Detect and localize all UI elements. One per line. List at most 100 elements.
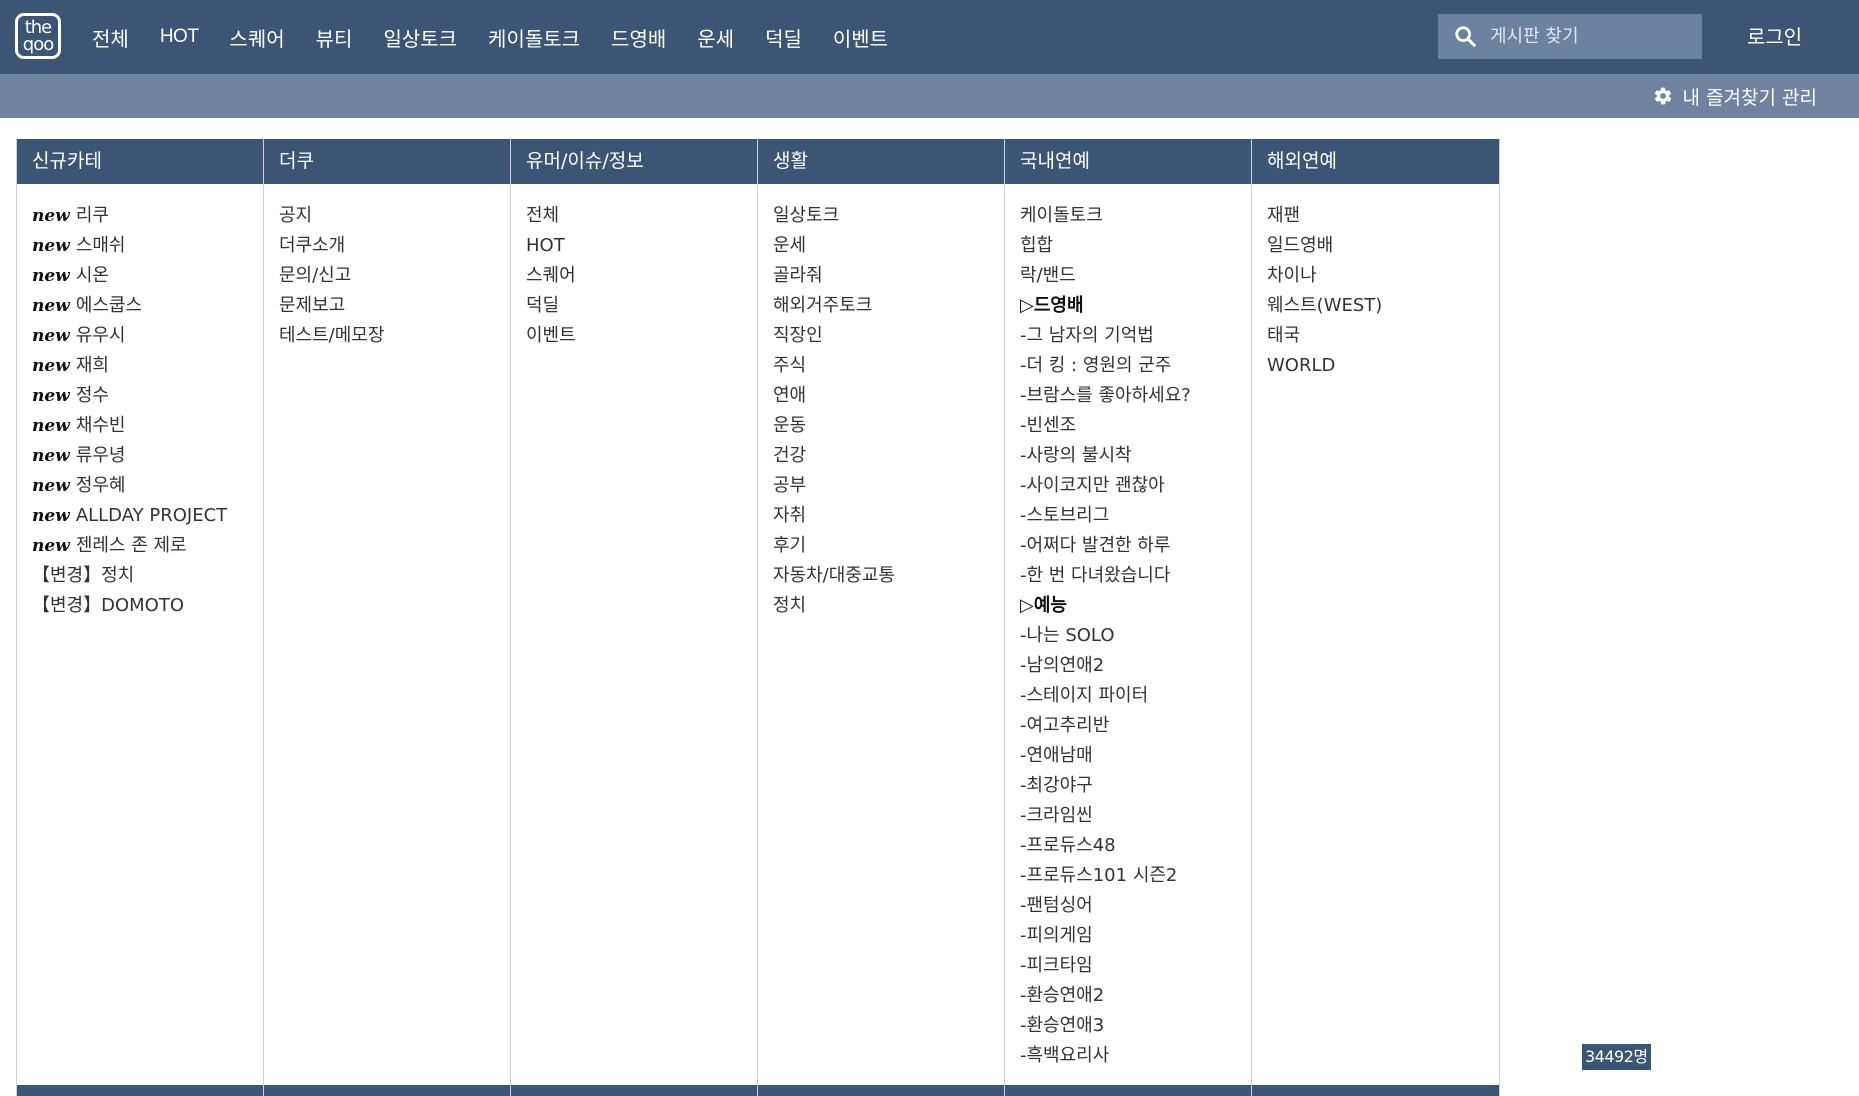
list-item[interactable]: -크라임씬 <box>1020 801 1251 831</box>
list-item[interactable]: new 정우혜 <box>32 471 263 501</box>
list-item[interactable]: new 젠레스 존 제로 <box>32 531 263 561</box>
list-item[interactable]: 공지 <box>279 201 510 231</box>
list-item[interactable]: -스테이지 파이터 <box>1020 681 1251 711</box>
list-item[interactable]: 자취 <box>773 501 1004 531</box>
list-item[interactable]: 연애 <box>773 381 1004 411</box>
nav-item-beauty[interactable]: 뷰티 <box>316 23 353 52</box>
list-item[interactable]: -흑백요리사 <box>1020 1041 1251 1071</box>
list-item[interactable]: 이벤트 <box>526 321 757 351</box>
section-header-drama-movie[interactable]: ▷드영배 <box>1020 291 1251 321</box>
list-item[interactable]: 해외거주토크 <box>773 291 1004 321</box>
favorites-manage-button[interactable]: 내 즐겨찾기 관리 <box>1653 74 1817 118</box>
list-item[interactable]: -한 번 다녀왔습니다 <box>1020 561 1251 591</box>
nav-item-hot[interactable]: HOT <box>160 26 199 48</box>
nav-item-square[interactable]: 스퀘어 <box>229 23 284 52</box>
list-item[interactable]: 전체 <box>526 201 757 231</box>
list-item[interactable]: -피의게임 <box>1020 921 1251 951</box>
list-item[interactable]: 정치 <box>773 591 1004 621</box>
list-item[interactable]: -환승연애3 <box>1020 1011 1251 1041</box>
list-item[interactable]: -환승연애2 <box>1020 981 1251 1011</box>
category-column-title: 더쿠 <box>264 139 510 184</box>
list-item[interactable]: 더쿠소개 <box>279 231 510 261</box>
list-item[interactable]: -연애남매 <box>1020 741 1251 771</box>
list-item[interactable]: 테스트/메모장 <box>279 321 510 351</box>
list-item[interactable]: 【변경】DOMOTO <box>32 591 263 621</box>
list-item[interactable]: 케이돌토크 <box>1020 201 1251 231</box>
list-item[interactable]: new 에스쿱스 <box>32 291 263 321</box>
list-item[interactable]: -피크타임 <box>1020 951 1251 981</box>
list-item[interactable]: -프로듀스101 시즌2 <box>1020 861 1251 891</box>
list-item[interactable]: 일드영배 <box>1267 231 1499 261</box>
list-item[interactable]: new 시온 <box>32 261 263 291</box>
column-footer-bar <box>17 1085 263 1096</box>
list-item[interactable]: -남의연애2 <box>1020 651 1251 681</box>
list-item[interactable]: -사이코지만 괜찮아 <box>1020 471 1251 501</box>
login-button[interactable]: 로그인 <box>1747 0 1802 74</box>
list-item[interactable]: 운동 <box>773 411 1004 441</box>
category-column-new: 신규카테 new 리쿠 new 스매쉬 new 시온 new 에스쿱스 new 유우시 n… <box>17 139 264 1096</box>
nav-item-drama-movie[interactable]: 드영배 <box>611 23 666 52</box>
column-footer-bar <box>1252 1085 1499 1096</box>
section-header-variety[interactable]: ▷예능 <box>1020 591 1251 621</box>
list-item[interactable]: -여고추리반 <box>1020 711 1251 741</box>
theqoo-logo[interactable]: the qoo <box>15 13 61 59</box>
list-item[interactable]: -그 남자의 기억법 <box>1020 321 1251 351</box>
list-item[interactable]: 덕딜 <box>526 291 757 321</box>
nav-item-daily-talk[interactable]: 일상토크 <box>383 23 457 52</box>
list-item[interactable]: -팬텀싱어 <box>1020 891 1251 921</box>
list-item[interactable]: 스퀘어 <box>526 261 757 291</box>
list-item[interactable]: new 재희 <box>32 351 263 381</box>
list-item[interactable]: 일상토크 <box>773 201 1004 231</box>
category-column-humor: 유머/이슈/정보 전체 HOT 스퀘어 덕딜 이벤트 <box>511 139 758 1096</box>
list-item[interactable]: 웨스트(WEST) <box>1267 291 1499 321</box>
category-column-title: 생활 <box>758 139 1004 184</box>
list-item[interactable]: -빈센조 <box>1020 411 1251 441</box>
board-link: 스매쉬 <box>75 235 126 256</box>
nav-item-fortune[interactable]: 운세 <box>697 23 734 52</box>
list-item[interactable]: WORLD <box>1267 351 1499 381</box>
list-item[interactable]: 힙합 <box>1020 231 1251 261</box>
list-item[interactable]: -나는 SOLO <box>1020 621 1251 651</box>
list-item[interactable]: 재팬 <box>1267 201 1499 231</box>
list-item[interactable]: -프로듀스48 <box>1020 831 1251 861</box>
list-item[interactable]: -브람스를 좋아하세요? <box>1020 381 1251 411</box>
list-item[interactable]: 자동차/대중교통 <box>773 561 1004 591</box>
list-item[interactable]: -사랑의 불시착 <box>1020 441 1251 471</box>
list-item[interactable]: 주식 <box>773 351 1004 381</box>
list-item[interactable]: new 리쿠 <box>32 201 263 231</box>
list-item[interactable]: 후기 <box>773 531 1004 561</box>
list-item[interactable]: -스토브리그 <box>1020 501 1251 531</box>
list-item[interactable]: 【변경】정치 <box>32 561 263 591</box>
board-link: 유우시 <box>75 325 126 346</box>
nav-item-deals[interactable]: 덕딜 <box>765 23 802 52</box>
list-item[interactable]: 문제보고 <box>279 291 510 321</box>
list-item[interactable]: new 유우시 <box>32 321 263 351</box>
nav-item-kidol-talk[interactable]: 케이돌토크 <box>488 23 580 52</box>
nav-item-all[interactable]: 전체 <box>92 23 129 52</box>
search-input[interactable] <box>1490 14 1695 59</box>
list-item[interactable]: 태국 <box>1267 321 1499 351</box>
list-item[interactable]: -최강야구 <box>1020 771 1251 801</box>
new-badge: new <box>32 506 70 526</box>
list-item[interactable]: 문의/신고 <box>279 261 510 291</box>
search-icon[interactable] <box>1454 25 1476 47</box>
list-item[interactable]: new 정수 <box>32 381 263 411</box>
list-item[interactable]: new 류우녕 <box>32 441 263 471</box>
list-item[interactable]: new 스매쉬 <box>32 231 263 261</box>
list-item[interactable]: 건강 <box>773 441 1004 471</box>
list-item[interactable]: -더 킹 : 영원의 군주 <box>1020 351 1251 381</box>
list-item[interactable]: 차이나 <box>1267 261 1499 291</box>
list-item[interactable]: 골라줘 <box>773 261 1004 291</box>
column-footer-bar <box>264 1085 510 1096</box>
list-item[interactable]: 운세 <box>773 231 1004 261</box>
list-item[interactable]: 락/밴드 <box>1020 261 1251 291</box>
nav-item-event[interactable]: 이벤트 <box>833 23 888 52</box>
board-search-box[interactable] <box>1438 14 1702 59</box>
list-item[interactable]: 공부 <box>773 471 1004 501</box>
list-item[interactable]: new 채수빈 <box>32 411 263 441</box>
category-column-title: 유머/이슈/정보 <box>511 139 757 184</box>
list-item[interactable]: HOT <box>526 231 757 261</box>
list-item[interactable]: new ALLDAY PROJECT <box>32 501 263 531</box>
list-item[interactable]: 직장인 <box>773 321 1004 351</box>
list-item[interactable]: -어쩌다 발견한 하루 <box>1020 531 1251 561</box>
